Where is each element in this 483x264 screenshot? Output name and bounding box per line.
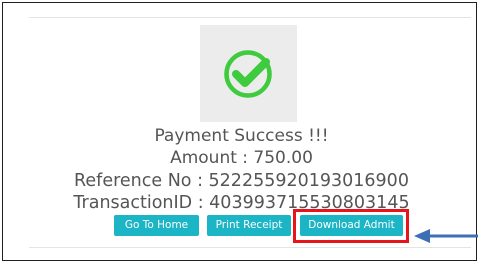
highlight-box xyxy=(293,209,409,243)
transaction-id: TransactionID : 403993715530803145 xyxy=(73,193,410,213)
reference-number: Reference No : 522255920193016900 xyxy=(74,171,409,191)
arrow-left-icon xyxy=(414,229,478,243)
go-to-home-button[interactable]: Go To Home xyxy=(114,215,199,236)
top-divider xyxy=(29,17,471,18)
check-circle-icon xyxy=(224,50,272,98)
amount-text: Amount : 750.00 xyxy=(170,148,313,168)
print-receipt-button[interactable]: Print Receipt xyxy=(207,215,291,236)
bottom-divider xyxy=(29,247,471,248)
success-title: Payment Success !!! xyxy=(154,126,329,146)
success-icon-box xyxy=(200,25,297,122)
